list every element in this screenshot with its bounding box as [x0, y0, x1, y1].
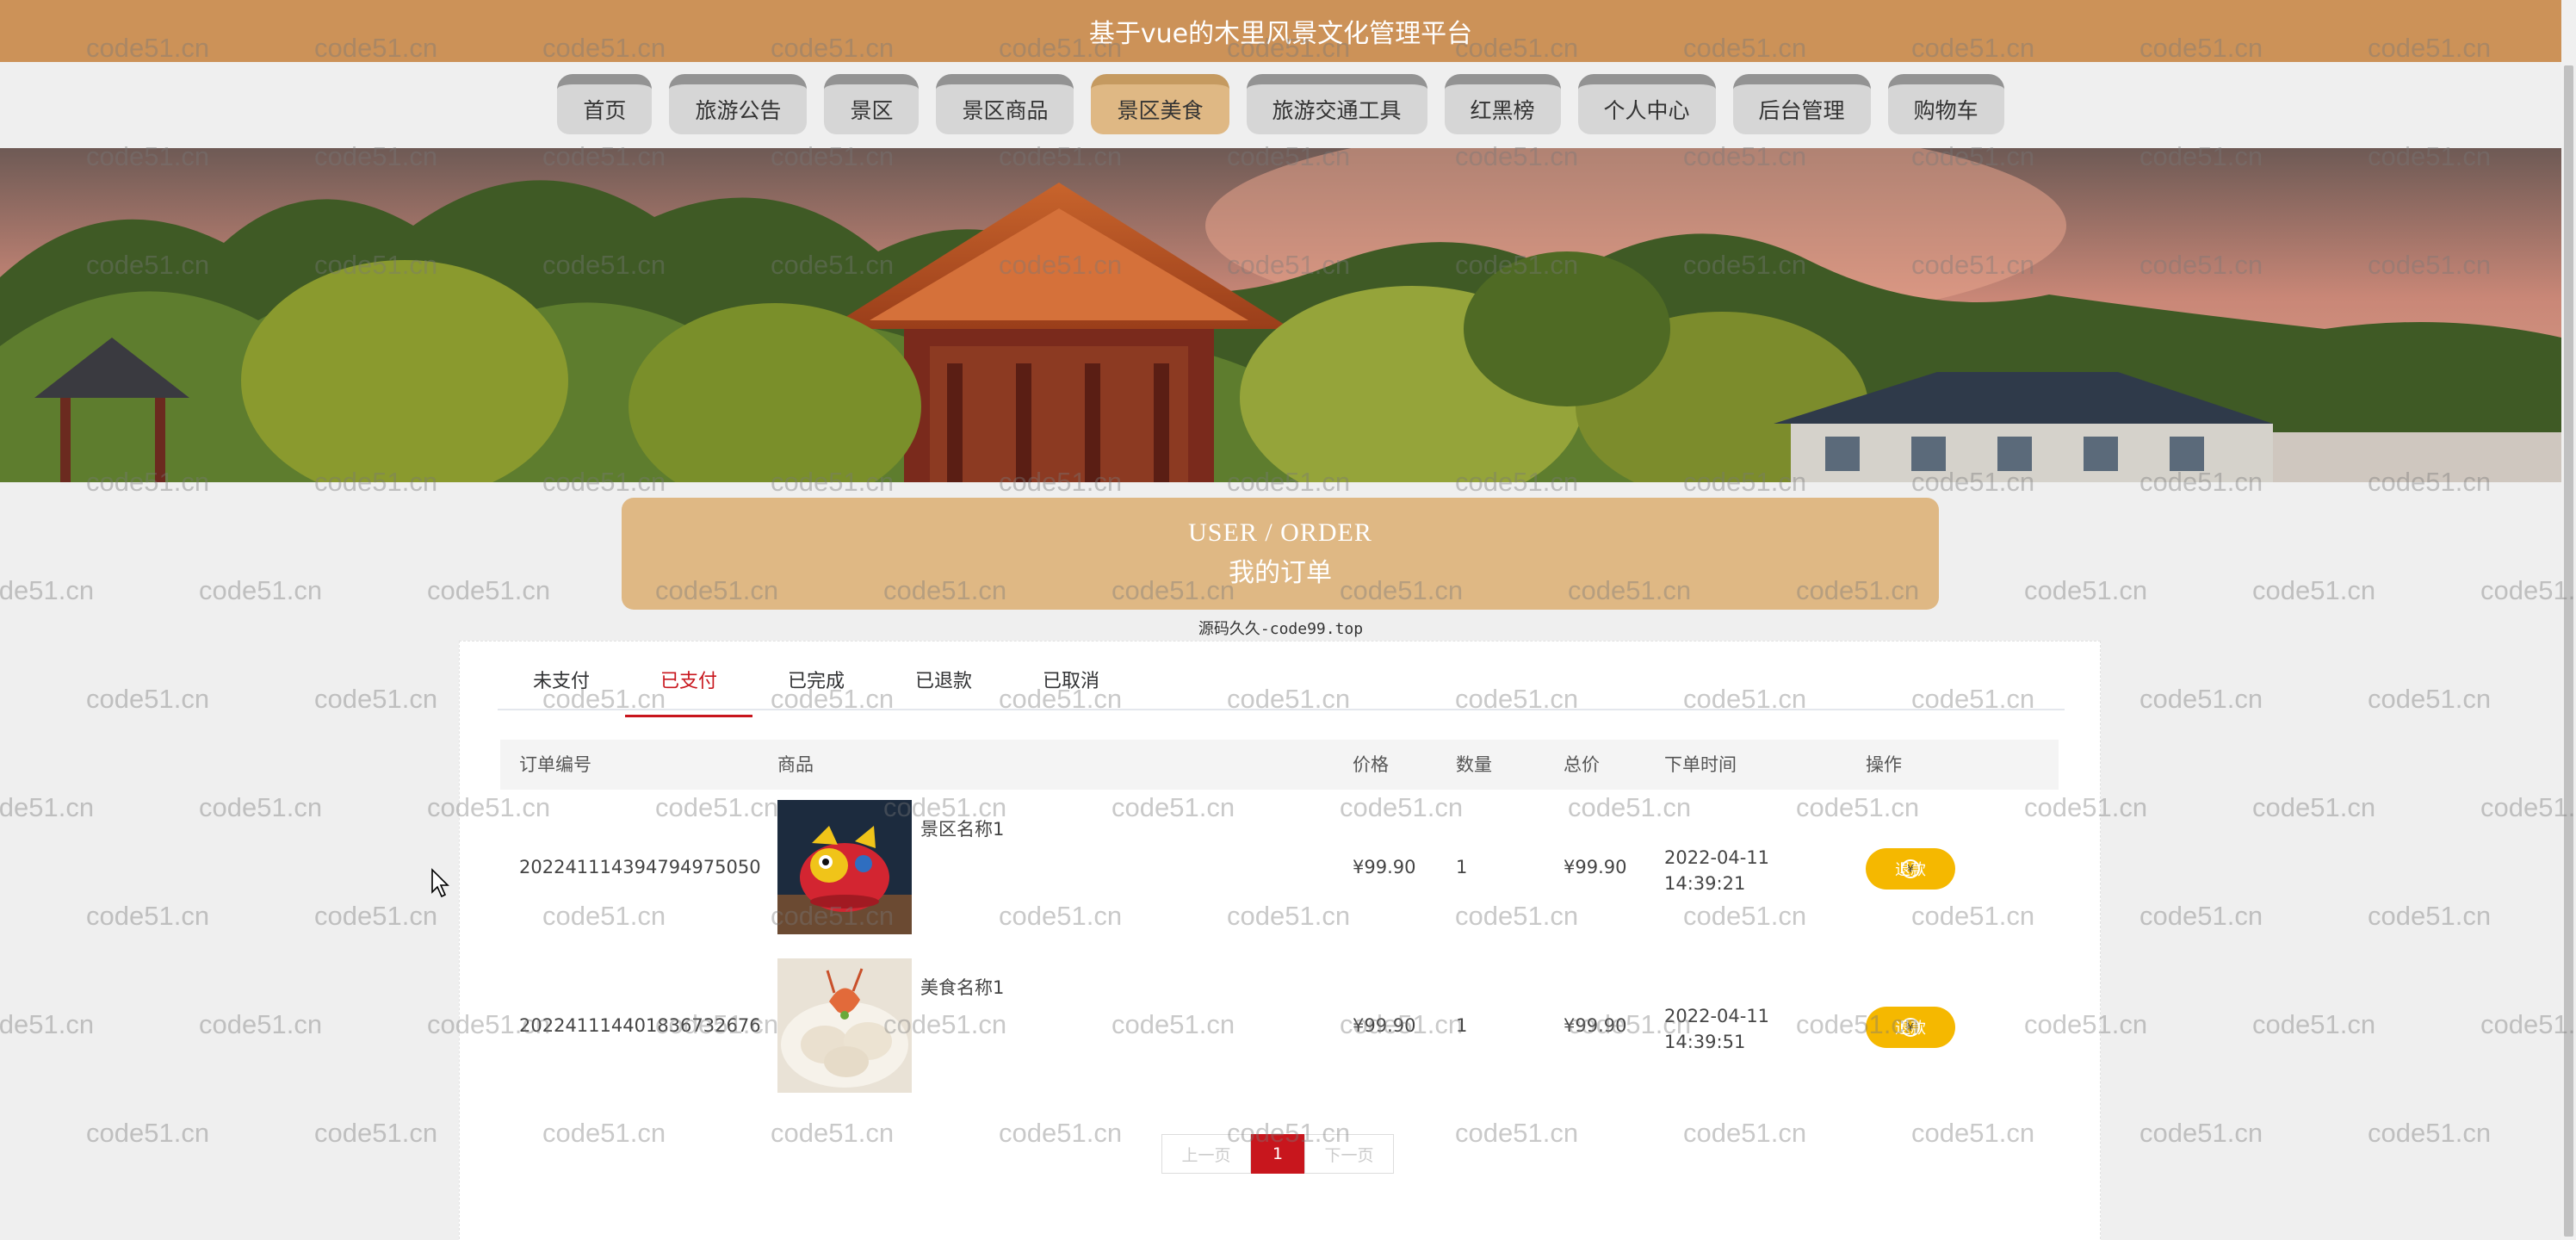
header-product: 商品 — [777, 754, 814, 775]
watermark-text: code51.cn — [2252, 1009, 2376, 1039]
yen-icon: ¥ — [1901, 859, 1920, 878]
watermark-text: code51.cn — [2252, 792, 2376, 822]
watermark-text: code51.cn — [0, 792, 95, 822]
mouse-cursor-icon — [431, 868, 449, 898]
main-nav: 首页 旅游公告 景区 景区商品 景区美食 旅游交通工具 红黑榜 个人中心 后台管… — [0, 74, 2561, 134]
nav-item-scenic-spots[interactable]: 景区 — [824, 74, 920, 134]
nav-item-home[interactable]: 首页 — [557, 74, 653, 134]
nav-item-transport[interactable]: 旅游交通工具 — [1246, 74, 1427, 134]
nav-item-cart[interactable]: 购物车 — [1887, 74, 2004, 134]
order-panel: 未支付 已支付 已完成 已退款 已取消 订单编号 商品 价格 数量 总价 下单时… — [459, 641, 2101, 1240]
header-total: 总价 — [1564, 754, 1600, 775]
watermark-text: code51.cn — [427, 575, 551, 605]
table-header: 订单编号 商品 价格 数量 总价 下单时间 操作 — [500, 740, 2059, 790]
watermark-text: code51.cn — [199, 575, 323, 605]
order-number: 2022411143947949750​50 — [519, 857, 761, 877]
watermark-text: code51.cn — [86, 1118, 210, 1148]
header-order-no: 订单编号 — [519, 754, 591, 775]
order-status-tabs: 未支付 已支付 已完成 已退款 已取消 — [498, 662, 2065, 717]
pagination: 上一页 1 下一页 — [1161, 1134, 1394, 1174]
total-value: ¥99.90 — [1564, 1015, 1627, 1036]
watermark-text: code51.cn — [2368, 1118, 2492, 1148]
watermark-text: code51.cn — [2139, 901, 2263, 931]
banner-image — [0, 148, 2561, 482]
watermark-text: code51.cn — [314, 901, 438, 931]
header-order-time: 下单时间 — [1664, 754, 1737, 775]
nav-item-scenic-food[interactable]: 景区美食 — [1091, 74, 1229, 134]
quantity-value: 1 — [1456, 1015, 1468, 1036]
header-price: 价格 — [1353, 754, 1389, 775]
nav-item-admin[interactable]: 后台管理 — [1732, 74, 1871, 134]
price-value: ¥99.90 — [1353, 1015, 1416, 1036]
watermark-text: code51.cn — [2139, 684, 2263, 714]
tab-completed[interactable]: 已完成 — [752, 662, 880, 709]
page-heading: USER / ORDER 我的订单 — [622, 498, 1939, 610]
refund-button[interactable]: ¥ 退款 — [1866, 1007, 1955, 1048]
price-value: ¥99.90 — [1353, 857, 1416, 877]
table-row: 2022411143947949750​50 景区名称1 ¥99.90 1 ¥9… — [500, 800, 2059, 958]
header-action: 操作 — [1866, 754, 1902, 775]
order-time: 2022-04-11 14:39:51 — [1664, 1006, 1770, 1052]
watermark-text: code51.cn — [2368, 901, 2492, 931]
table-row: 2022411144018367326​76 美食名称1 ¥99.90 1 ¥9… — [500, 958, 2059, 1117]
order-time: 2022-04-11 14:39:21 — [1664, 847, 1770, 894]
tab-paid[interactable]: 已支付 — [625, 662, 752, 717]
nav-item-personal-center[interactable]: 个人中心 — [1577, 74, 1716, 134]
header-qty: 数量 — [1456, 754, 1492, 775]
watermark-text: code51.cn — [199, 1009, 323, 1039]
product-name[interactable]: 美食名称1 — [920, 974, 1004, 1000]
heading-chinese: 我的订单 — [1229, 558, 1332, 588]
product-name[interactable]: 景区名称1 — [920, 815, 1004, 841]
watermark-text: code51.cn — [199, 792, 323, 822]
vertical-scrollbar[interactable] — [2561, 0, 2576, 1240]
watermark-text: code51.cn — [2252, 575, 2376, 605]
watermark-text: code51.cn — [0, 1009, 95, 1039]
nav-item-scenic-goods[interactable]: 景区商品 — [936, 74, 1074, 134]
watermark-text: code51.cn — [314, 684, 438, 714]
total-value: ¥99.90 — [1564, 857, 1627, 877]
nav-item-announcements[interactable]: 旅游公告 — [669, 74, 808, 134]
watermark-text: code51.cn — [0, 575, 95, 605]
quantity-value: 1 — [1456, 857, 1468, 877]
nav-item-red-black-list[interactable]: 红黑榜 — [1444, 74, 1561, 134]
watermark-text: code51.cn — [86, 901, 210, 931]
site-title: 基于vue的木里风景文化管理平台 — [1088, 19, 1473, 49]
tab-refunded[interactable]: 已退款 — [880, 662, 1007, 709]
next-page-button[interactable]: 下一页 — [1304, 1134, 1394, 1174]
refund-button[interactable]: ¥ 退款 — [1866, 848, 1955, 890]
scrollbar-thumb[interactable] — [2564, 65, 2573, 1237]
tab-cancelled[interactable]: 已取消 — [1007, 662, 1135, 709]
order-number: 2022411144018367326​76 — [519, 1015, 761, 1036]
watermark-text: code51.cn — [86, 684, 210, 714]
source-note: 源码久久-code99.top — [1198, 620, 1364, 638]
dragon-toy-image[interactable] — [777, 800, 912, 934]
watermark-text: code51.cn — [2024, 575, 2148, 605]
heading-english: USER / ORDER — [1188, 518, 1372, 547]
top-title-bar: 基于vue的木里风景文化管理平台 — [0, 0, 2561, 62]
tab-unpaid[interactable]: 未支付 — [498, 662, 625, 709]
watermark-text: code51.cn — [314, 1118, 438, 1148]
yen-icon: ¥ — [1901, 1018, 1920, 1037]
watermark-text: code51.cn — [2368, 684, 2492, 714]
shrimp-dumpling-image[interactable] — [777, 958, 912, 1093]
prev-page-button[interactable]: 上一页 — [1161, 1134, 1251, 1174]
watermark-text: code51.cn — [2139, 1118, 2263, 1148]
page-number-current[interactable]: 1 — [1251, 1134, 1304, 1174]
